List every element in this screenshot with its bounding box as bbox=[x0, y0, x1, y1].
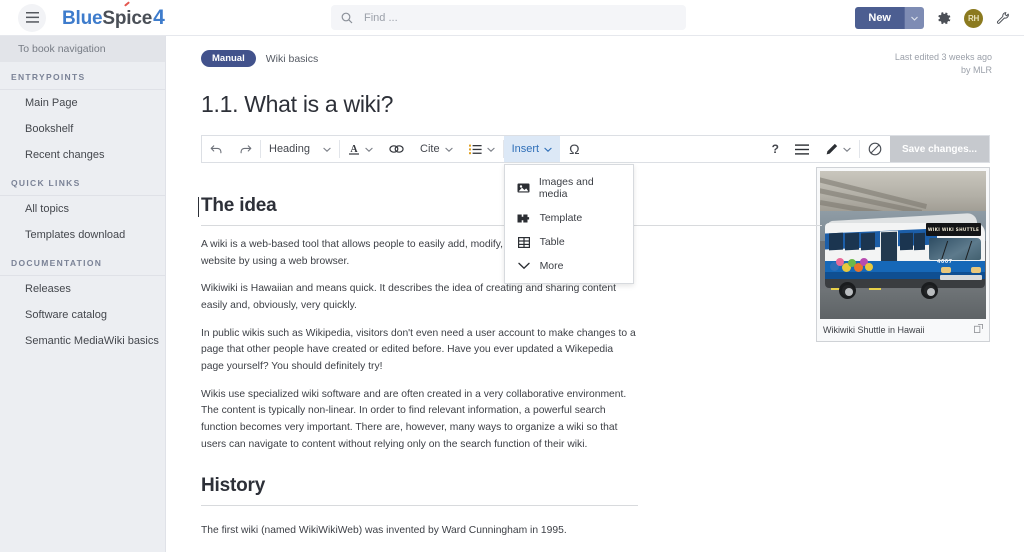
sidebar-item-all-topics[interactable]: All topics bbox=[0, 196, 165, 222]
avatar[interactable]: RH bbox=[964, 9, 983, 28]
sidebar-item-templates-download[interactable]: Templates download bbox=[0, 222, 165, 248]
sidebar-item-recent-changes[interactable]: Recent changes bbox=[0, 142, 165, 168]
destination-sign-text: WIKI WIKI SHUTTLE bbox=[928, 227, 979, 232]
paragraph: Wikiwiki is Hawaiian and means quick. It… bbox=[201, 281, 638, 314]
logo-part-four: 4 bbox=[153, 6, 164, 30]
new-button[interactable]: New bbox=[855, 7, 924, 29]
chevron-down-icon bbox=[843, 147, 851, 152]
insert-dropdown-label: Insert bbox=[512, 143, 540, 155]
sidebar-section-documentation: DOCUMENTATION bbox=[0, 248, 165, 276]
chevron-down-icon bbox=[487, 147, 495, 152]
insert-dropdown-button[interactable]: Insert bbox=[504, 136, 561, 162]
heading-dropdown-label: Heading bbox=[269, 143, 310, 155]
top-bar-actions: New RH bbox=[855, 0, 1014, 36]
bus-photo: WIKI WIKI SHUTTLE 4007 bbox=[820, 171, 986, 319]
bus-wheel-front bbox=[921, 282, 938, 299]
chevron-down-icon bbox=[517, 262, 531, 270]
menu-item-images-and-media[interactable]: Images and media bbox=[505, 170, 633, 206]
menu-item-label: More bbox=[540, 260, 564, 272]
insert-dropdown-menu: Images and media Template bbox=[504, 164, 634, 284]
image-caption-text: Wikiwiki Shuttle in Hawaii bbox=[823, 325, 925, 335]
text-cursor bbox=[198, 197, 199, 217]
pencil-icon[interactable] bbox=[817, 136, 859, 162]
section-heading-text: The idea bbox=[201, 195, 276, 216]
menu-item-template[interactable]: Template bbox=[505, 206, 633, 230]
sidebar-book-navigation[interactable]: To book navigation bbox=[0, 36, 165, 62]
sidebar: To book navigation ENTRYPOINTS Main Page… bbox=[0, 36, 166, 552]
logo-accent-mark bbox=[124, 1, 130, 6]
text-style-a-icon[interactable]: A bbox=[340, 136, 381, 162]
save-changes-button[interactable]: Save changes... bbox=[890, 136, 989, 162]
breadcrumb-item-wiki-basics[interactable]: Wiki basics bbox=[266, 53, 319, 65]
search-input[interactable] bbox=[362, 11, 676, 25]
undo-icon[interactable] bbox=[202, 136, 231, 162]
last-edited-time: Last edited 3 weeks ago bbox=[895, 51, 992, 64]
link-icon[interactable] bbox=[381, 136, 412, 162]
menu-item-more[interactable]: More bbox=[505, 254, 633, 278]
gear-icon[interactable] bbox=[933, 7, 955, 29]
table-icon bbox=[517, 237, 531, 248]
sidebar-item-main-page[interactable]: Main Page bbox=[0, 90, 165, 116]
bus-floral-graphic bbox=[829, 257, 873, 277]
menu-item-label: Table bbox=[540, 236, 565, 248]
heading-dropdown[interactable]: Heading bbox=[261, 136, 339, 162]
sidebar-section-quick-links: QUICK LINKS bbox=[0, 168, 165, 196]
bluespice-logo[interactable]: BlueSpice4 bbox=[62, 6, 165, 30]
image-caption: Wikiwiki Shuttle in Hawaii bbox=[820, 319, 986, 338]
avatar-initials: RH bbox=[968, 14, 979, 23]
cite-dropdown[interactable]: Cite bbox=[412, 136, 461, 162]
redo-icon[interactable] bbox=[231, 136, 260, 162]
sidebar-item-releases[interactable]: Releases bbox=[0, 276, 165, 302]
bus-number: 4007 bbox=[937, 259, 953, 265]
editor-toolbar: Heading A Cite bbox=[201, 135, 990, 163]
sidebar-section-entrypoints: ENTRYPOINTS bbox=[0, 62, 165, 90]
main-content: Manual Wiki basics Last edited 3 weeks a… bbox=[167, 36, 1024, 552]
last-edited-info: Last edited 3 weeks ago by MLR bbox=[895, 50, 992, 77]
cancel-circle-icon[interactable] bbox=[860, 136, 890, 162]
chevron-down-icon bbox=[323, 147, 331, 152]
cite-dropdown-label: Cite bbox=[420, 143, 440, 155]
help-button[interactable]: ? bbox=[764, 136, 787, 162]
image-thumbnail[interactable]: WIKI WIKI SHUTTLE 4007 bbox=[816, 167, 990, 342]
sidebar-item-semantic-mediawiki-basics[interactable]: Semantic MediaWiki basics bbox=[0, 328, 165, 354]
sidebar-item-software-catalog[interactable]: Software catalog bbox=[0, 302, 165, 328]
menu-item-label: Images and media bbox=[539, 176, 621, 200]
hamburger-icon[interactable] bbox=[18, 4, 46, 32]
section-heading-history: History bbox=[201, 475, 638, 506]
logo-part-spice: Spice bbox=[102, 8, 152, 30]
template-icon bbox=[517, 213, 531, 224]
paragraph: The first wiki (named WikiWikiWeb) was i… bbox=[201, 523, 990, 540]
chevron-down-icon bbox=[365, 147, 373, 152]
logo-part-blue: Blue bbox=[62, 8, 102, 30]
top-bar: BlueSpice4 New RH bbox=[0, 0, 1024, 36]
bus-graphic: WIKI WIKI SHUTTLE 4007 bbox=[825, 209, 985, 295]
breadcrumb: Manual Wiki basics Last edited 3 weeks a… bbox=[167, 36, 1024, 77]
paragraph: In public wikis such as Wikipedia, visit… bbox=[201, 326, 638, 376]
bullet-list-icon[interactable] bbox=[461, 136, 503, 162]
wrench-icon[interactable] bbox=[992, 7, 1014, 29]
chevron-down-icon bbox=[445, 147, 453, 152]
new-button-label: New bbox=[855, 7, 904, 29]
new-button-chevron-down-icon[interactable] bbox=[904, 7, 924, 29]
chevron-down-icon bbox=[544, 147, 552, 152]
last-edited-author: by MLR bbox=[895, 64, 992, 77]
search-icon bbox=[341, 12, 353, 24]
page-title: 1.1. What is a wiki? bbox=[167, 77, 1024, 118]
section-heading-text: History bbox=[201, 475, 265, 496]
status-badge[interactable]: Manual bbox=[201, 50, 256, 67]
svg-text:A: A bbox=[350, 144, 358, 155]
menu-item-table[interactable]: Table bbox=[505, 230, 633, 254]
destination-sign: WIKI WIKI SHUTTLE bbox=[926, 223, 981, 236]
search-box[interactable] bbox=[331, 5, 686, 30]
image-icon bbox=[517, 183, 530, 193]
paragraph: Wikis use specialized wiki software and … bbox=[201, 387, 638, 454]
sidebar-item-bookshelf[interactable]: Bookshelf bbox=[0, 116, 165, 142]
bus-wheel-rear bbox=[839, 282, 856, 299]
bus-windshield bbox=[929, 238, 981, 260]
enlarge-icon[interactable] bbox=[974, 324, 983, 335]
special-character-icon[interactable]: Ω bbox=[560, 136, 588, 162]
toolbar-spacer bbox=[589, 136, 764, 162]
hamburger-menu-icon[interactable] bbox=[787, 136, 817, 162]
menu-item-label: Template bbox=[540, 212, 583, 224]
